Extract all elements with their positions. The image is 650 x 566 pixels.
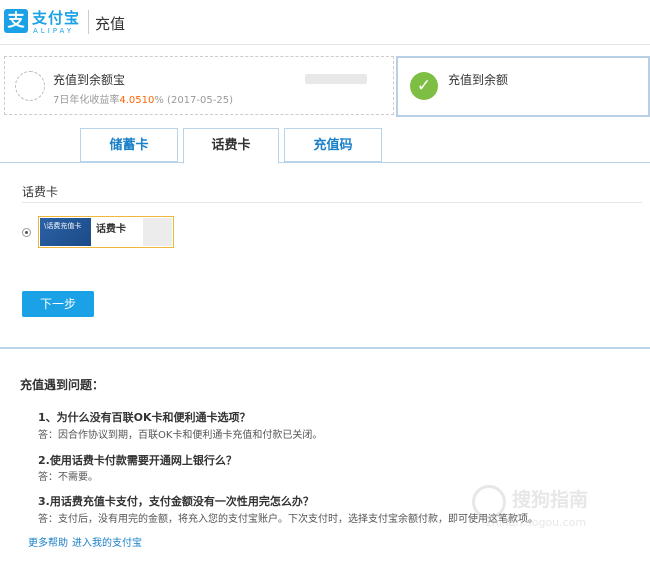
help-links: 更多帮助 进入我的支付宝	[28, 534, 146, 549]
help-answer-1: 答：因合作协议到期，百联OK卡和便利通卡充值和付款已关闭。	[38, 430, 323, 441]
yield-date: % (2017-05-25)	[154, 95, 233, 106]
yield-rate: 4.0510	[119, 95, 155, 106]
page-title: 充值	[95, 15, 126, 33]
tab-recharge-code[interactable]: 充值码	[284, 128, 382, 162]
panel-label: 话费卡	[22, 185, 59, 199]
watermark-text: 搜狗指南	[512, 489, 589, 511]
option-balance[interactable]: ✓ 充值到余额	[396, 56, 650, 117]
phone-card-image: \话费充值卡	[40, 218, 91, 246]
unselected-circle-icon	[15, 71, 45, 101]
header-divider	[88, 10, 89, 34]
payment-panel: 话费卡 \话费充值卡 话费卡 下一步	[0, 162, 650, 349]
option-yuebao-subtitle: 7日年化收益率4.0510% (2017-05-25)	[53, 91, 233, 106]
option-yuebao-title: 充值到余额宝	[53, 73, 126, 87]
check-icon: ✓	[410, 72, 438, 100]
option-yuebao[interactable]: 充值到余额宝 7日年化收益率4.0510% (2017-05-25)	[4, 56, 394, 115]
header: 支 支付宝 ALIPAY 充值	[0, 0, 650, 45]
my-alipay-link[interactable]: 进入我的支付宝	[72, 538, 142, 549]
logo-subtext: ALIPAY	[33, 27, 75, 35]
help-question-3: 3.用话费充值卡支付，支付金额没有一次性用完怎么办？	[38, 495, 314, 508]
sogou-watermark: 搜狗指南 zhinan.sogou.com	[470, 483, 640, 535]
alipay-logo-icon[interactable]: 支	[4, 9, 28, 33]
panel-divider	[22, 202, 642, 203]
card-radio[interactable]	[22, 228, 31, 237]
help-title: 充值遇到问题：	[20, 378, 105, 392]
blurred-amount	[305, 74, 367, 84]
yield-label: 7日年化收益率	[53, 95, 120, 106]
help-answer-3: 答：支付后，没有用完的金额，将充入您的支付宝账户。下次支付时，选择支付宝余额付款…	[38, 514, 538, 525]
tab-debit-card[interactable]: 储蓄卡	[80, 128, 178, 162]
logo-text[interactable]: 支付宝	[32, 7, 80, 28]
tab-phone-card[interactable]: 话费卡	[183, 128, 279, 164]
phone-card-option[interactable]: \话费充值卡 话费卡	[38, 216, 174, 248]
help-question-2: 2.使用话费卡付款需要开通网上银行么？	[38, 454, 237, 467]
phone-card-name: 话费卡	[96, 224, 126, 235]
help-question-1: 1、为什么没有百联OK卡和便利通卡选项？	[38, 411, 251, 424]
help-answer-2: 答：不需要。	[38, 472, 98, 483]
more-help-link[interactable]: 更多帮助	[28, 538, 68, 549]
next-button[interactable]: 下一步	[22, 291, 94, 317]
option-balance-title: 充值到余额	[448, 73, 509, 87]
card-gray-area	[143, 218, 172, 246]
